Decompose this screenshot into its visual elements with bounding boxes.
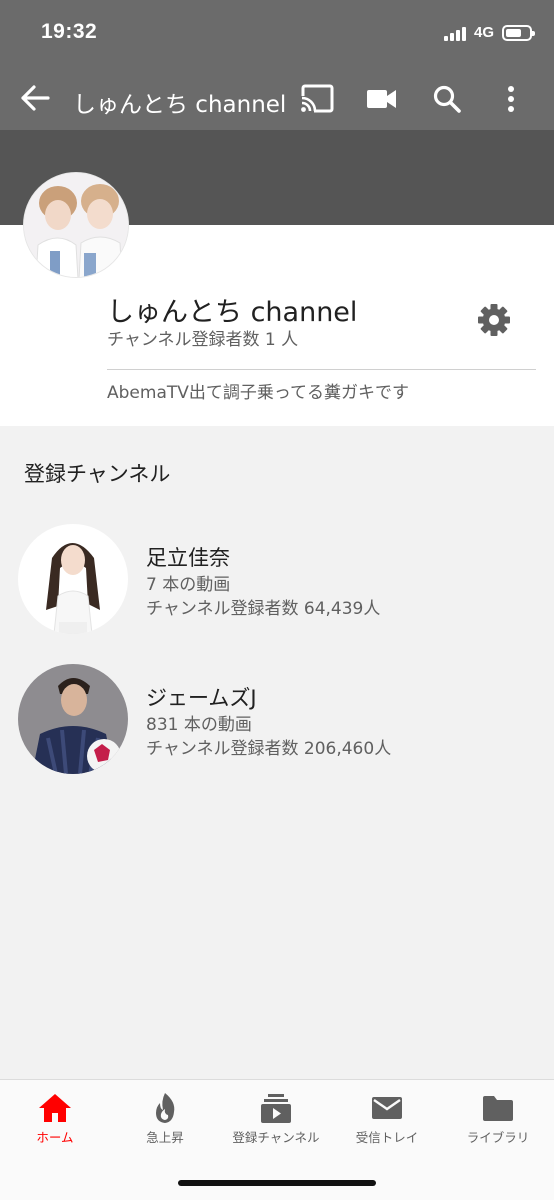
back-arrow-icon[interactable]	[20, 84, 50, 112]
flame-icon	[148, 1092, 182, 1124]
channel-subscriber-count: チャンネル登録者数 1 人	[107, 330, 299, 350]
nav-item-home[interactable]: ホーム	[0, 1080, 110, 1160]
nav-label: ホーム	[36, 1130, 74, 1145]
search-icon[interactable]	[430, 82, 464, 116]
battery-fill	[506, 28, 522, 37]
app-bar-title: しゅんとち channel	[73, 92, 287, 118]
subscription-name: ジェームズJ	[146, 686, 257, 710]
subscription-avatar	[18, 664, 128, 774]
nav-label: 急上昇	[146, 1130, 184, 1145]
status-time: 19:32	[41, 20, 98, 43]
gear-icon[interactable]	[476, 302, 512, 338]
mail-icon	[370, 1092, 404, 1124]
subscription-subscriber-count: チャンネル登録者数 206,460人	[146, 739, 392, 759]
nav-item-inbox[interactable]: 受信トレイ	[332, 1080, 442, 1160]
subscriptions-section-title: 登録チャンネル	[24, 462, 171, 486]
channel-avatar[interactable]	[23, 172, 129, 278]
network-type: 4G	[473, 24, 494, 41]
nav-label: 登録チャンネル	[232, 1130, 320, 1145]
signal-icon	[443, 25, 468, 41]
app-bar: しゅんとち channel	[0, 66, 554, 130]
home-icon	[38, 1092, 72, 1124]
home-indicator[interactable]	[178, 1180, 376, 1186]
subscriptions-icon	[259, 1092, 293, 1124]
subscription-subscriber-count: チャンネル登録者数 64,439人	[146, 599, 381, 619]
subscription-avatar	[18, 524, 128, 634]
status-bar: 19:32 4G	[0, 0, 554, 66]
subscription-name: 足立佳奈	[146, 546, 230, 570]
battery-icon	[502, 24, 535, 41]
video-camera-icon[interactable]	[365, 82, 399, 116]
nav-label: ライブラリ	[466, 1130, 530, 1145]
subscription-video-count: 7 本の動画	[146, 575, 231, 595]
nav-item-library[interactable]: ライブラリ	[443, 1080, 553, 1160]
status-indicators: 4G	[443, 24, 535, 41]
channel-name: しゅんとち channel	[107, 297, 358, 328]
subscription-item[interactable]: ジェームズJ 831 本の動画 チャンネル登録者数 206,460人	[0, 660, 554, 780]
folder-icon	[481, 1092, 515, 1124]
header-divider	[107, 369, 536, 370]
more-vert-icon[interactable]	[494, 82, 528, 116]
nav-item-subscriptions[interactable]: 登録チャンネル	[221, 1080, 331, 1160]
nav-item-trending[interactable]: 急上昇	[110, 1080, 220, 1160]
subscription-item[interactable]: 足立佳奈 7 本の動画 チャンネル登録者数 64,439人	[0, 520, 554, 640]
nav-label: 受信トレイ	[355, 1130, 419, 1145]
channel-description: AbemaTV出て調子乗ってる糞ガキです	[107, 383, 410, 403]
cast-icon[interactable]	[300, 82, 334, 116]
subscription-video-count: 831 本の動画	[146, 715, 252, 735]
